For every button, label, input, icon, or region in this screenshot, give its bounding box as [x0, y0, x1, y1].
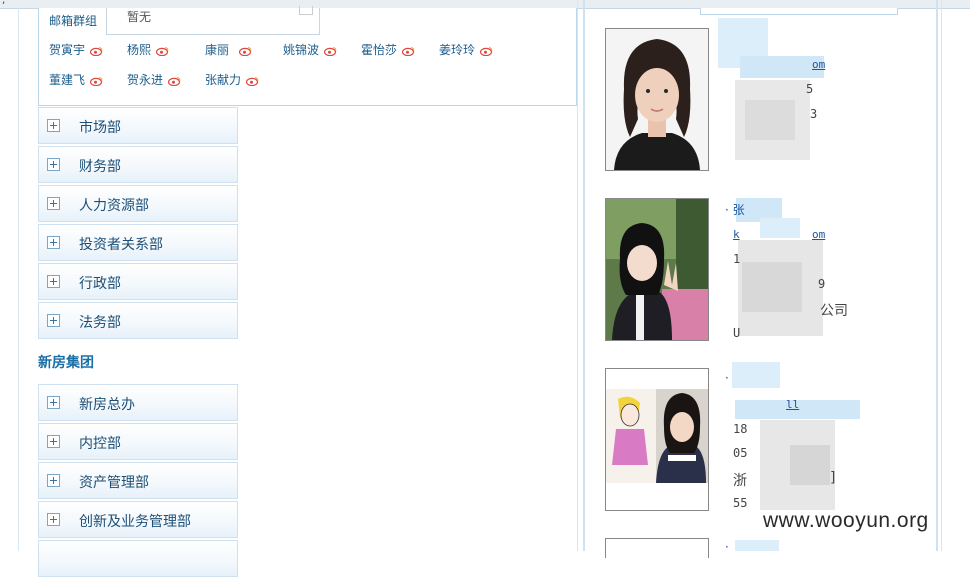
contact-name[interactable]: ·	[725, 540, 729, 554]
expand-plus-icon[interactable]	[47, 158, 60, 171]
mail-group-label: 邮箱群组	[49, 14, 98, 28]
contact-company: 公司	[820, 303, 848, 319]
expand-plus-icon[interactable]	[47, 435, 60, 448]
privacy-blur	[745, 100, 795, 140]
privacy-blur	[790, 445, 830, 485]
member-link[interactable]: 贺寅宇	[49, 41, 103, 58]
contact-field: 9	[818, 277, 826, 291]
member-link[interactable]: 霍怡莎	[361, 41, 415, 58]
dept-label: 内控部	[79, 436, 121, 452]
contact-company: ]	[830, 470, 836, 486]
contact-name[interactable]: ·	[725, 371, 729, 385]
portrait-image	[606, 29, 708, 170]
contact-photo	[605, 198, 709, 341]
top-tab	[700, 8, 898, 15]
contact-field: 5	[806, 82, 814, 96]
dept-item[interactable]: 行政部	[38, 263, 238, 300]
dept-item[interactable]: 新房总办	[38, 384, 238, 421]
member-link[interactable]: 张献力	[205, 71, 259, 88]
left-divider	[18, 8, 19, 551]
top-bar-glyph: ,	[2, 0, 6, 6]
weibo-icon[interactable]	[168, 76, 181, 86]
dept-item[interactable]: 法务部	[38, 302, 238, 339]
member-link[interactable]: 杨熙	[127, 41, 169, 58]
contact-email[interactable]: om	[812, 58, 825, 71]
weibo-icon[interactable]	[90, 46, 103, 56]
contact-email[interactable]: om	[812, 228, 825, 241]
member-link[interactable]: 姚锦波	[283, 41, 337, 58]
contact-email-head[interactable]: k	[733, 228, 740, 241]
weibo-icon[interactable]	[402, 46, 415, 56]
weibo-icon[interactable]	[156, 46, 169, 56]
dropdown-popup: 暂无	[106, 6, 320, 35]
privacy-blur	[732, 362, 780, 388]
weibo-icon[interactable]	[90, 76, 103, 86]
dept-item[interactable]: 内控部	[38, 423, 238, 460]
portrait-image	[606, 369, 708, 510]
popup-scroll-button[interactable]	[299, 6, 313, 15]
contact-field: 3	[810, 107, 818, 121]
privacy-blur	[760, 218, 800, 238]
popup-text: 暂无	[127, 10, 152, 24]
contact-email[interactable]: ll	[786, 398, 799, 411]
expand-plus-icon[interactable]	[47, 197, 60, 210]
member-link[interactable]: 康丽	[205, 41, 252, 58]
expand-plus-icon[interactable]	[47, 236, 60, 249]
weibo-icon[interactable]	[324, 46, 337, 56]
dept-label: 资产管理部	[79, 475, 149, 491]
weibo-icon[interactable]	[246, 76, 259, 86]
dept-label: 创新及业务管理部	[79, 514, 191, 530]
dept-label: 法务部	[79, 315, 121, 331]
dept-item[interactable]: 财务部	[38, 146, 238, 183]
dept-label: 行政部	[79, 276, 121, 292]
dept-label: 市场部	[79, 120, 121, 136]
expand-plus-icon[interactable]	[47, 474, 60, 487]
contact-field: 1	[733, 252, 741, 266]
dept-item[interactable]: 创新及业务管理部	[38, 501, 238, 538]
dept-label: 人力资源部	[79, 198, 149, 214]
expand-plus-icon[interactable]	[47, 396, 60, 409]
contact-photo	[605, 28, 709, 171]
weibo-icon[interactable]	[239, 46, 252, 56]
member-link[interactable]: 姜玲玲	[439, 41, 493, 58]
contact-field: 05	[733, 446, 748, 460]
dept-label: 财务部	[79, 159, 121, 175]
contact-name[interactable]: · 张	[725, 201, 745, 218]
expand-plus-icon[interactable]	[47, 314, 60, 327]
right-panel-edge	[941, 0, 942, 551]
privacy-blur	[735, 540, 779, 551]
expand-plus-icon[interactable]	[47, 119, 60, 132]
group-title: 新房集团	[38, 355, 94, 371]
contact-photo	[605, 368, 709, 511]
right-panel-outer-border	[577, 0, 578, 551]
weibo-icon[interactable]	[480, 46, 493, 56]
privacy-blur	[742, 262, 802, 312]
portrait-image	[606, 199, 708, 340]
contact-field: U	[733, 326, 741, 340]
dept-item[interactable]	[38, 540, 238, 577]
watermark: www.wooyun.org	[763, 509, 929, 532]
member-link[interactable]: 贺永进	[127, 71, 181, 88]
contact-company-head: 浙	[733, 473, 747, 489]
dept-item[interactable]: 人力资源部	[38, 185, 238, 222]
dept-label: 投资者关系部	[79, 237, 163, 253]
dept-item[interactable]: 资产管理部	[38, 462, 238, 499]
contact-field: 18	[733, 422, 748, 436]
expand-plus-icon[interactable]	[47, 513, 60, 526]
expand-plus-icon[interactable]	[47, 275, 60, 288]
dept-item[interactable]: 投资者关系部	[38, 224, 238, 261]
dept-item[interactable]: 市场部	[38, 107, 238, 144]
member-link[interactable]: 董建飞	[49, 71, 103, 88]
dept-label: 新房总办	[79, 397, 135, 413]
contact-photo	[605, 538, 709, 558]
contact-field: 55	[733, 496, 748, 510]
